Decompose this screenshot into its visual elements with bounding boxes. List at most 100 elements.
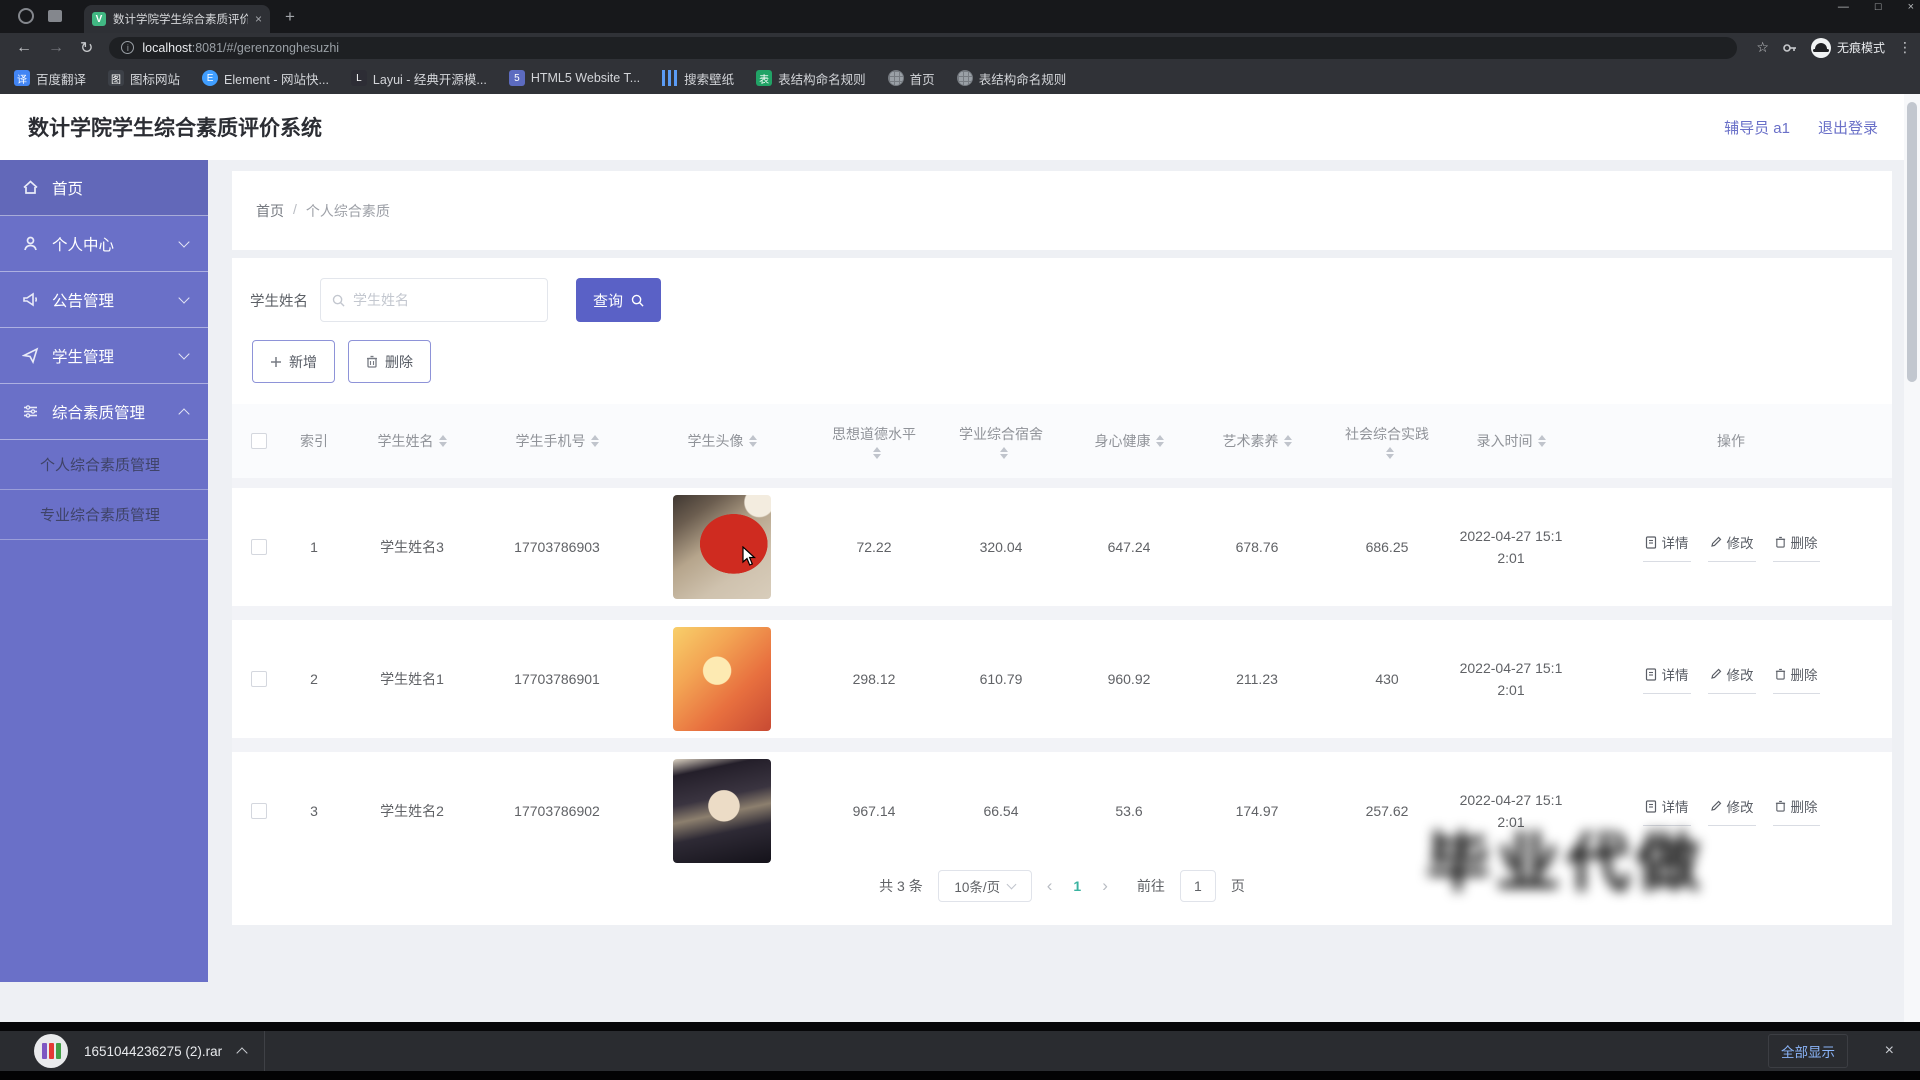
bookmark-table-naming-1[interactable]: 表表结构命名规则 (756, 69, 866, 88)
document-icon (1645, 536, 1657, 549)
column-header-name[interactable]: 学生姓名 (342, 431, 482, 451)
column-header-avatar[interactable]: 学生头像 (632, 431, 812, 451)
row-checkbox[interactable] (251, 539, 267, 555)
download-chevron-icon[interactable] (236, 1047, 247, 1058)
column-header-time[interactable]: 录入时间 (1452, 431, 1570, 451)
edit-button[interactable]: 修改 (1708, 796, 1756, 826)
sidebar-item-students[interactable]: 学生管理 (0, 328, 208, 384)
scrollbar[interactable] (1904, 94, 1920, 1022)
document-icon (1645, 800, 1657, 813)
scrollbar-thumb[interactable] (1907, 102, 1917, 382)
table-naming-icon: 表 (756, 70, 772, 86)
trash-icon (1775, 800, 1786, 812)
globe-icon (957, 70, 973, 86)
bookmark-home[interactable]: 首页 (888, 69, 935, 88)
sidebar-item-announcements[interactable]: 公告管理 (0, 272, 208, 328)
bookmark-table-naming-2[interactable]: 表结构命名规则 (957, 69, 1067, 88)
sort-icon (1386, 447, 1394, 459)
html5-icon: 5 (509, 70, 525, 86)
trash-icon (1775, 668, 1786, 680)
column-header-health[interactable]: 身心健康 (1066, 431, 1192, 451)
sidebar-item-quality-management[interactable]: 综合素质管理 (0, 384, 208, 440)
new-tab-button[interactable]: + (285, 7, 295, 27)
column-header-academic[interactable]: 学业综合宿舍 (936, 424, 1066, 459)
query-button[interactable]: 查询 (576, 278, 661, 322)
row-checkbox[interactable] (251, 803, 267, 819)
prev-page-button[interactable]: ‹ (1047, 876, 1053, 896)
row-delete-button[interactable]: 删除 (1773, 796, 1820, 826)
bookmark-icon-site[interactable]: 图图标网站 (108, 69, 180, 88)
table-toolbar: 新增 删除 (252, 340, 431, 383)
bookmark-layui[interactable]: LLayui - 经典开源模... (351, 69, 487, 88)
tab-close-icon[interactable]: × (255, 12, 262, 26)
select-all-checkbox[interactable] (251, 433, 267, 449)
bookmark-baidu-translate[interactable]: 译百度翻译 (14, 69, 86, 88)
app-body: 首页 个人中心 公告管理 学生管理 综合素质管理 个人 (0, 160, 1904, 1022)
row-delete-button[interactable]: 删除 (1773, 532, 1820, 562)
breadcrumb-card: 首页 / 个人综合素质 (232, 171, 1892, 250)
toolbar-right: ☆ 无痕模式 ⋮ (1756, 33, 1912, 62)
url-path: :8081/#/gerenzonghesuzhi (192, 41, 339, 55)
incognito-icon (1811, 38, 1831, 58)
show-all-button[interactable]: 全部显示 (1768, 1034, 1848, 1068)
sidebar-subitem-major-quality[interactable]: 专业综合素质管理 (0, 490, 208, 540)
column-header-art[interactable]: 艺术素养 (1192, 431, 1322, 451)
app-title: 数计学院学生综合素质评价系统 (28, 112, 322, 142)
password-key-icon[interactable] (1782, 40, 1798, 56)
next-page-button[interactable]: › (1102, 876, 1108, 896)
table-row[interactable]: 1 学生姓名3 17703786903 72.22 320.04 647.24 … (232, 488, 1892, 606)
address-bar[interactable]: i localhost:8081/#/gerenzonghesuzhi (109, 37, 1737, 59)
pencil-icon (1710, 668, 1722, 680)
student-avatar (673, 627, 771, 731)
back-icon[interactable]: ← (16, 39, 32, 57)
table-row[interactable]: 2 学生姓名1 17703786901 298.12 610.79 960.92… (232, 620, 1892, 738)
bookmark-element[interactable]: EElement - 网站快... (202, 69, 329, 88)
bookmark-html5[interactable]: 5HTML5 Website T... (509, 70, 640, 86)
browser-menu-icon[interactable]: ⋮ (1898, 39, 1912, 56)
current-user[interactable]: 辅导员 a1 (1724, 117, 1790, 138)
column-header-moral[interactable]: 思想道德水平 (812, 424, 936, 459)
reload-icon[interactable]: ↻ (80, 38, 93, 58)
row-checkbox[interactable] (251, 671, 267, 687)
detail-button[interactable]: 详情 (1643, 664, 1691, 694)
tab-title: 数计学院学生综合素质评价系统 (113, 11, 248, 27)
chevron-up-icon (178, 408, 189, 419)
window-maximize-icon[interactable]: □ (1875, 0, 1882, 14)
breadcrumb-home[interactable]: 首页 (256, 201, 284, 221)
student-avatar (673, 495, 771, 599)
search-input[interactable] (353, 292, 536, 308)
bookmark-wallpaper[interactable]: 搜索壁纸 (662, 69, 734, 88)
sidebar: 首页 个人中心 公告管理 学生管理 综合素质管理 个人 (0, 160, 208, 982)
logout-link[interactable]: 退出登录 (1818, 117, 1878, 138)
goto-unit: 页 (1231, 876, 1245, 896)
column-header-social[interactable]: 社会综合实践 (1322, 424, 1452, 459)
site-info-icon[interactable]: i (121, 41, 134, 54)
breadcrumb-current: 个人综合素质 (306, 201, 390, 221)
download-close-icon[interactable]: × (1885, 1042, 1894, 1060)
column-header-phone[interactable]: 学生手机号 (482, 431, 632, 451)
send-icon (22, 347, 39, 364)
delete-button[interactable]: 删除 (348, 340, 431, 383)
incognito-label: 无痕模式 (1837, 39, 1885, 56)
edit-button[interactable]: 修改 (1708, 664, 1756, 694)
download-filename[interactable]: 1651044236275 (2).rar (84, 1044, 222, 1059)
sidebar-item-home[interactable]: 首页 (0, 160, 208, 216)
browser-tab[interactable]: V 数计学院学生综合素质评价系统 × (84, 5, 270, 33)
bookmark-star-icon[interactable]: ☆ (1756, 39, 1769, 56)
sidebar-subitem-personal-quality[interactable]: 个人综合素质管理 (0, 440, 208, 490)
window-controls: — □ × (1838, 0, 1914, 14)
add-button[interactable]: 新增 (252, 340, 335, 383)
page-number-current[interactable]: 1 (1067, 878, 1087, 894)
window-close-icon[interactable]: × (1908, 0, 1914, 14)
goto-page-input[interactable] (1180, 870, 1216, 902)
window-minimize-icon[interactable]: — (1838, 0, 1849, 14)
forward-icon[interactable]: → (48, 39, 64, 57)
browser-toolbar: ← → ↻ i localhost:8081/#/gerenzonghesuzh… (0, 33, 1920, 62)
page-size-select[interactable]: 10条/页 (938, 870, 1032, 902)
column-header-index[interactable]: 索引 (286, 431, 342, 451)
detail-button[interactable]: 详情 (1643, 532, 1691, 562)
row-delete-button[interactable]: 删除 (1773, 664, 1820, 694)
edit-button[interactable]: 修改 (1708, 532, 1756, 562)
wallpaper-icon (662, 70, 678, 86)
sidebar-item-personal-center[interactable]: 个人中心 (0, 216, 208, 272)
